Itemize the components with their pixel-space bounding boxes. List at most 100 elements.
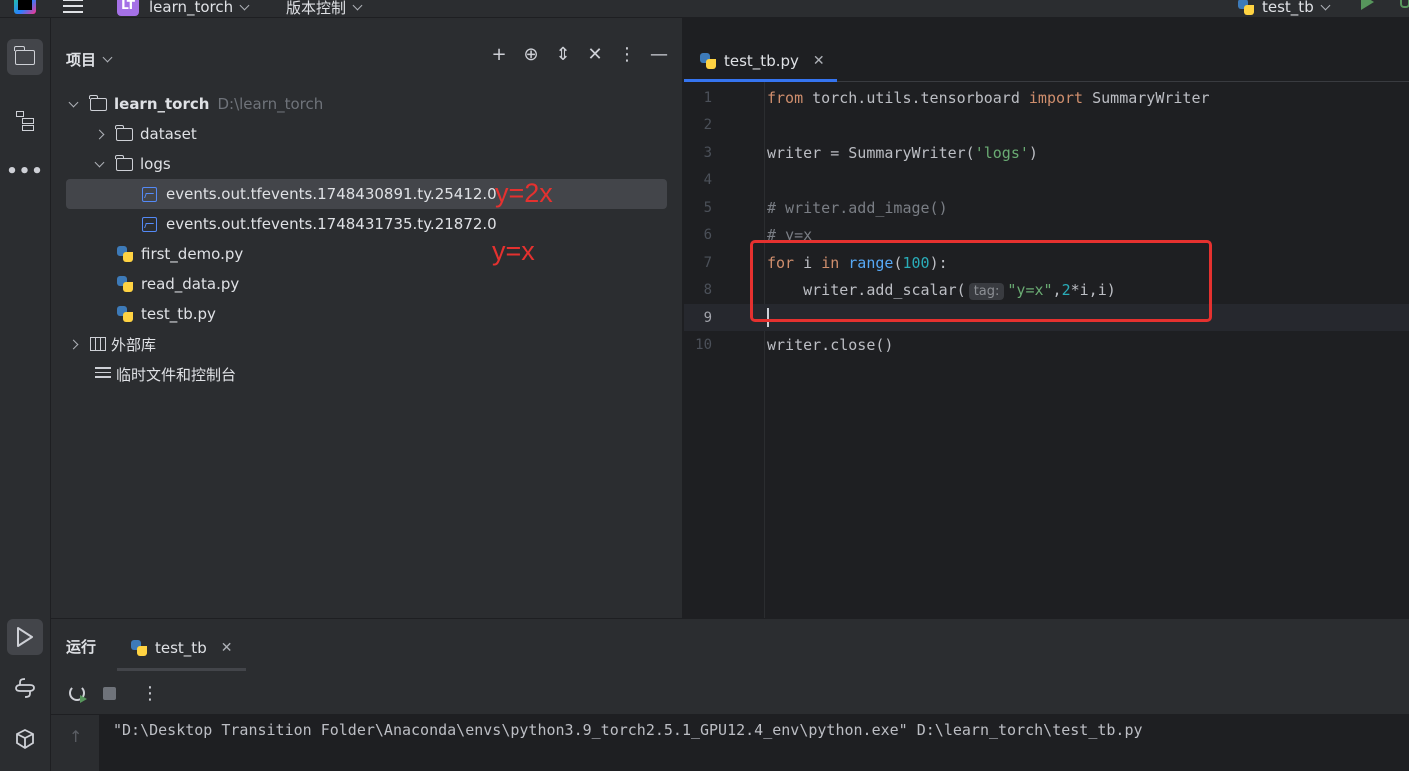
project-panel-title: 项目 [66, 51, 97, 69]
annotation-y-2x: y=2x [495, 178, 553, 208]
tree-item-logs[interactable]: logs [94, 149, 171, 179]
collapse-all-icon[interactable]: ✕ [586, 46, 604, 64]
python-file-icon [117, 246, 133, 262]
structure-tool-button[interactable] [7, 103, 43, 139]
tree-item-label: test_tb.py [141, 305, 216, 323]
options-icon[interactable]: ⋮ [140, 683, 160, 704]
vcs-menu-label: 版本控制 [286, 0, 347, 17]
scroll-up-icon[interactable]: ↑ [69, 727, 82, 746]
vcs-menu[interactable]: 版本控制 [286, 0, 363, 17]
locate-icon[interactable]: ⊕ [522, 46, 540, 64]
project-switcher[interactable]: learn_torch [149, 0, 250, 17]
project-name: learn_torch [149, 0, 234, 16]
code-line[interactable]: 10 writer.close() [684, 331, 1409, 358]
options-icon[interactable]: ⋮ [618, 46, 636, 64]
code-line[interactable]: 4 [684, 166, 1409, 193]
code-text: writer.close() [767, 335, 894, 354]
chevron-down-icon[interactable] [68, 97, 79, 107]
line-number: 6 [703, 226, 712, 243]
run-icon[interactable] [1361, 0, 1374, 10]
project-panel: 项目 + ⊕ ⇕ ✕ ⋮ — learn_torch D:\learn_torc… [51, 18, 683, 618]
highlight-box-annotation [750, 240, 1212, 322]
chevron-down-icon [1320, 0, 1331, 10]
tree-item-read-data[interactable]: read_data.py [117, 269, 239, 299]
more-tools-button[interactable]: ••• [6, 153, 44, 189]
run-config-selector[interactable]: test_tb [1238, 0, 1331, 17]
project-panel-header[interactable]: 项目 [66, 49, 113, 70]
run-panel: 运行 test_tb ✕ ⋮ ↑ "D:\Desktop Transition … [51, 618, 1409, 771]
tool-window-strip: ••• [0, 18, 51, 771]
tree-item-scratches[interactable]: 临时文件和控制台 [95, 359, 236, 389]
hamburger-menu-icon[interactable] [63, 0, 83, 17]
tree-item-label: learn_torch [114, 95, 210, 113]
project-panel-toolbar: + ⊕ ⇕ ✕ ⋮ — [490, 46, 668, 64]
project-badge[interactable]: LT [117, 0, 139, 16]
tab-test-tb[interactable]: test_tb.py ✕ [684, 42, 837, 82]
tree-item-event-file-2[interactable]: events.out.tfevents.1748431735.ty.21872.… [142, 209, 497, 239]
line-number: 4 [703, 171, 712, 188]
chevron-down-icon [239, 0, 250, 10]
tree-item-label: events.out.tfevents.1748431735.ty.21872.… [166, 215, 497, 233]
code-line[interactable]: 2 [684, 111, 1409, 138]
code-text: writer = SummaryWriter('logs') [767, 143, 1038, 162]
tree-item-label: 临时文件和控制台 [116, 365, 237, 384]
project-path: D:\learn_torch [217, 95, 324, 113]
line-number: 9 [703, 309, 712, 326]
python-packages-button[interactable] [7, 721, 43, 757]
tree-item-label: read_data.py [141, 275, 240, 293]
editor-tab-bar: test_tb.py ✕ [684, 18, 1409, 82]
console-output[interactable]: "D:\Desktop Transition Folder\Anaconda\e… [99, 715, 1409, 771]
project-tool-button[interactable] [7, 39, 43, 75]
code-line[interactable]: 5 # writer.add_image() [684, 194, 1409, 221]
chevron-down-icon[interactable] [94, 157, 105, 167]
line-number: 7 [703, 254, 712, 271]
packages-icon [16, 728, 34, 750]
rerun-icon[interactable] [67, 683, 87, 703]
code-comment: # writer.add_image() [767, 198, 948, 217]
folder-icon [14, 45, 35, 65]
run-tab-label: test_tb [155, 638, 207, 657]
tree-item-event-file-1[interactable]: events.out.tfevents.1748430891.ty.25412.… [66, 179, 667, 209]
python-console-button[interactable] [7, 670, 43, 706]
run-toolbar: ⋮ [51, 671, 1409, 715]
chevron-right-icon[interactable] [68, 339, 79, 349]
code-line[interactable]: 1 from torch.utils.tensorboard import Su… [684, 84, 1409, 111]
hide-icon[interactable]: — [650, 46, 668, 64]
run-tool-button[interactable] [7, 619, 43, 655]
code-text: from torch.utils.tensorboard import Summ… [767, 88, 1210, 107]
scratches-icon [95, 367, 111, 381]
close-icon[interactable]: ✕ [221, 640, 233, 656]
expand-all-icon[interactable]: ⇕ [554, 46, 572, 64]
event-file-icon [142, 216, 157, 232]
debug-icon[interactable] [1400, 0, 1409, 8]
console-line: "D:\Desktop Transition Folder\Anaconda\e… [113, 721, 1143, 739]
python-file-icon [700, 52, 716, 69]
run-config-label: test_tb [1262, 0, 1314, 16]
line-number: 3 [703, 144, 712, 161]
tree-item-dataset[interactable]: dataset [94, 119, 197, 149]
stop-icon[interactable] [99, 683, 119, 703]
title-bar: LT learn_torch 版本控制 test_tb [0, 0, 1409, 18]
chevron-down-icon [352, 0, 363, 10]
line-number: 1 [703, 89, 712, 106]
run-tab-test-tb[interactable]: test_tb ✕ [117, 627, 246, 671]
pycharm-logo-icon[interactable] [14, 0, 36, 14]
close-icon[interactable]: ✕ [813, 53, 825, 69]
more-icon: ••• [6, 160, 44, 182]
add-icon[interactable]: + [490, 46, 508, 64]
python-file-icon [117, 306, 133, 322]
folder-icon [115, 124, 133, 141]
tree-item-first-demo[interactable]: first_demo.py [117, 239, 243, 269]
tree-item-test-tb[interactable]: test_tb.py [117, 299, 216, 329]
tree-item-external-libraries[interactable]: 外部库 [68, 329, 157, 359]
tree-item-label: events.out.tfevents.1748430891.ty.25412.… [166, 185, 497, 203]
tree-item-label: 外部库 [111, 335, 157, 354]
code-line[interactable]: 3 writer = SummaryWriter('logs') [684, 139, 1409, 166]
tree-item-label: dataset [140, 125, 197, 143]
run-outline-icon [17, 627, 33, 647]
structure-icon [16, 111, 34, 131]
folder-icon [115, 154, 133, 171]
tree-item-label: first_demo.py [141, 245, 244, 263]
chevron-right-icon[interactable] [94, 129, 105, 139]
tree-item-project-root[interactable]: learn_torch D:\learn_torch [68, 89, 324, 119]
